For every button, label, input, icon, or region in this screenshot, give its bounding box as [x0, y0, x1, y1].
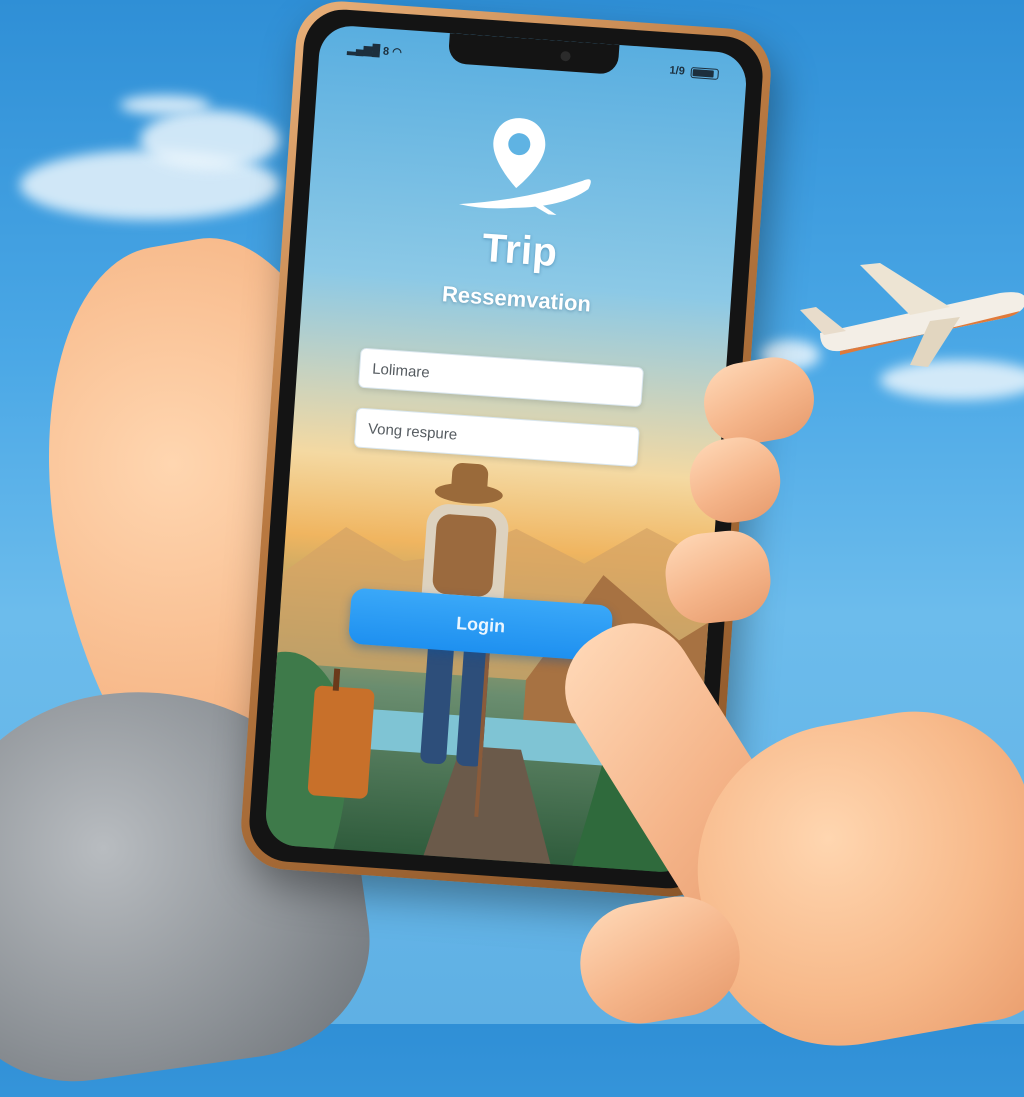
battery-icon [690, 66, 720, 80]
finger [661, 526, 775, 628]
status-text: 1/9 [669, 64, 686, 78]
wifi-icon: ◠ [391, 46, 403, 59]
cloud [140, 110, 280, 170]
airplane-icon [800, 263, 1024, 367]
map-pin-plane-icon [458, 118, 591, 215]
phone-notch [447, 33, 620, 75]
front-camera [560, 50, 571, 62]
battery-status: 1/9 [669, 64, 720, 80]
username-field[interactable]: Lolimare [357, 347, 645, 408]
cloud [120, 95, 210, 115]
signal-icon: ▂▄▆█ 8 [347, 42, 390, 58]
signal-wifi-status: ▂▄▆█ 8 ◠ [347, 42, 402, 59]
